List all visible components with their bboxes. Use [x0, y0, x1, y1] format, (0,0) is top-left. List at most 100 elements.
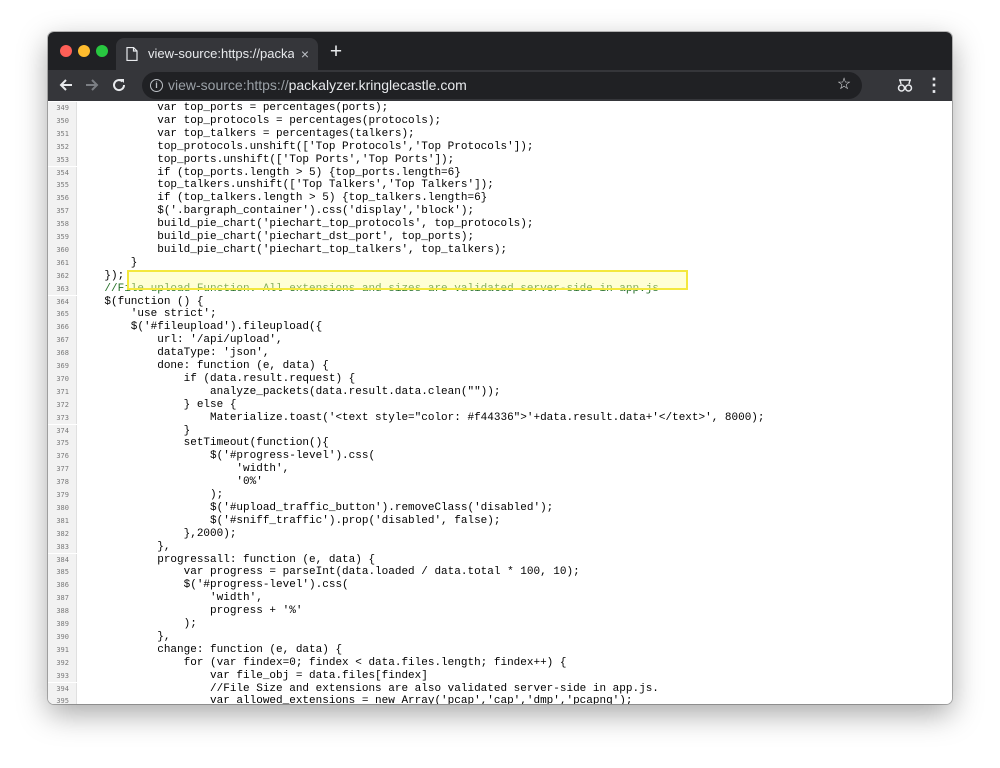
- line-number: 379: [48, 489, 77, 502]
- code-text: top_ports.unshift(['Top Ports','Top Port…: [78, 153, 455, 166]
- source-line: 367 url: '/api/upload',: [48, 334, 952, 348]
- source-line: 382 },2000);: [48, 527, 952, 541]
- code-text: dataType: 'json',: [78, 347, 270, 360]
- source-line: 388 progress + '%': [48, 605, 952, 618]
- source-line: 395 var allowed_extensions = new Array('…: [48, 695, 952, 704]
- code-text: },2000);: [78, 527, 237, 540]
- document-icon: [126, 46, 138, 66]
- line-number: 366: [48, 321, 77, 335]
- source-line: 366 $('#fileupload').fileupload({: [48, 321, 952, 335]
- code-text: for (var findex=0; findex < data.files.l…: [78, 656, 567, 669]
- source-line: 390 },: [48, 630, 952, 644]
- source-line: 381 $('#sniff_traffic').prop('disabled',…: [48, 514, 952, 528]
- code-text: progress + '%': [78, 605, 303, 618]
- code-text: done: function (e, data) {: [78, 360, 329, 372]
- source-line: 369 done: function (e, data) {: [48, 360, 952, 373]
- forward-icon[interactable]: [80, 73, 104, 97]
- code-text: }: [78, 256, 138, 269]
- code-text: var file_obj = data.files[findex]: [78, 669, 428, 682]
- line-number: 353: [48, 153, 77, 167]
- code-text: var progress = parseInt(data.loaded / da…: [78, 566, 580, 579]
- code-text: url: '/api/upload',: [78, 334, 283, 347]
- code-text: analyze_packets(data.result.data.clean("…: [78, 385, 501, 398]
- info-icon[interactable]: i: [150, 79, 163, 92]
- source-line: 377 'width',: [48, 463, 952, 477]
- code-text: '0%': [78, 476, 263, 489]
- minimize-window-button[interactable]: [78, 45, 90, 57]
- line-number: 357: [48, 205, 77, 219]
- url-text[interactable]: view-source:https://packalyzer.kringleca…: [168, 77, 467, 93]
- extension-icon[interactable]: [896, 76, 914, 94]
- line-number: 362: [48, 269, 77, 283]
- source-line: 364 $(function () {: [48, 295, 952, 309]
- url-host: packalyzer.kringlecastle.com: [288, 77, 467, 93]
- line-number: 386: [48, 579, 77, 593]
- code-text: if (data.result.request) {: [78, 372, 356, 385]
- line-number: 394: [48, 682, 77, 696]
- code-text: 'width',: [78, 463, 290, 476]
- close-icon[interactable]: ×: [296, 44, 314, 64]
- line-number: 388: [48, 605, 77, 618]
- menu-icon[interactable]: ⋮: [924, 73, 944, 97]
- code-text: var top_talkers = percentages(talkers);: [78, 127, 415, 140]
- line-number: 364: [48, 295, 77, 309]
- line-number: 350: [48, 114, 77, 128]
- address-bar[interactable]: i view-source:https://packalyzer.kringle…: [142, 72, 862, 99]
- plus-icon[interactable]: +: [326, 41, 346, 62]
- line-number: 381: [48, 514, 77, 528]
- title-bar: view-source:https://packalyzer × +: [48, 32, 952, 70]
- source-line: 389 );: [48, 618, 952, 631]
- back-icon[interactable]: [54, 73, 78, 97]
- source-line: 358 build_pie_chart('piechart_top_protoc…: [48, 218, 952, 231]
- source-line: 368 dataType: 'json',: [48, 347, 952, 360]
- source-line: 349 var top_ports = percentages(ports);: [48, 102, 952, 115]
- star-icon[interactable]: ☆: [834, 75, 854, 95]
- code-text: var top_protocols = percentages(protocol…: [78, 114, 442, 127]
- line-number: 358: [48, 218, 77, 231]
- source-line: 363 //File upload Function. All extensio…: [48, 282, 952, 296]
- source-line: 352 top_protocols.unshift(['Top Protocol…: [48, 140, 952, 154]
- source-line: 375 setTimeout(function(){: [48, 437, 952, 451]
- code-text: 'width',: [78, 592, 263, 605]
- code-text: $('#progress-level').css(: [78, 579, 349, 592]
- line-number: 374: [48, 424, 77, 438]
- line-number: 392: [48, 656, 77, 670]
- line-number: 365: [48, 308, 77, 322]
- line-number: 371: [48, 385, 77, 399]
- source-line: 394 //File Size and extensions are also …: [48, 682, 952, 696]
- code-text: build_pie_chart('piechart_dst_port', top…: [78, 231, 475, 243]
- code-text: //File upload Function. All extensions a…: [78, 282, 659, 295]
- code-text: top_talkers.unshift(['Top Talkers','Top …: [78, 179, 494, 192]
- code-text: }: [78, 424, 191, 437]
- line-number: 368: [48, 347, 77, 360]
- reload-icon[interactable]: [107, 73, 131, 97]
- line-number: 375: [48, 437, 77, 451]
- source-line: 370 if (data.result.request) {: [48, 372, 952, 386]
- line-number: 373: [48, 411, 77, 425]
- code-text: );: [78, 618, 197, 630]
- source-line: 372 } else {: [48, 398, 952, 412]
- close-window-button[interactable]: [60, 45, 72, 57]
- code-text: },: [78, 540, 171, 553]
- source-line: 356 if (top_talkers.length > 5) {top_tal…: [48, 192, 952, 206]
- code-text: );: [78, 489, 224, 501]
- code-text: $('#progress-level').css(: [78, 450, 376, 463]
- line-number: 359: [48, 231, 77, 244]
- browser-tab[interactable]: view-source:https://packalyzer ×: [116, 38, 318, 70]
- code-text: },: [78, 630, 171, 643]
- line-number: 387: [48, 592, 77, 606]
- source-line: 376 $('#progress-level').css(: [48, 450, 952, 464]
- line-number: 363: [48, 282, 77, 296]
- line-number: 360: [48, 243, 77, 257]
- source-line: 393 var file_obj = data.files[findex]: [48, 669, 952, 683]
- line-number: 354: [48, 166, 77, 180]
- source-view[interactable]: 349 var top_ports = percentages(ports); 3…: [48, 101, 952, 704]
- line-number: 370: [48, 372, 77, 386]
- line-number: 389: [48, 618, 77, 631]
- url-prefix: view-source:https://: [168, 77, 289, 93]
- code-text: change: function (e, data) {: [78, 643, 343, 656]
- source-line: 386 $('#progress-level').css(: [48, 579, 952, 593]
- maximize-window-button[interactable]: [96, 45, 108, 57]
- source-line: 353 top_ports.unshift(['Top Ports','Top …: [48, 153, 952, 167]
- line-number: 372: [48, 398, 77, 412]
